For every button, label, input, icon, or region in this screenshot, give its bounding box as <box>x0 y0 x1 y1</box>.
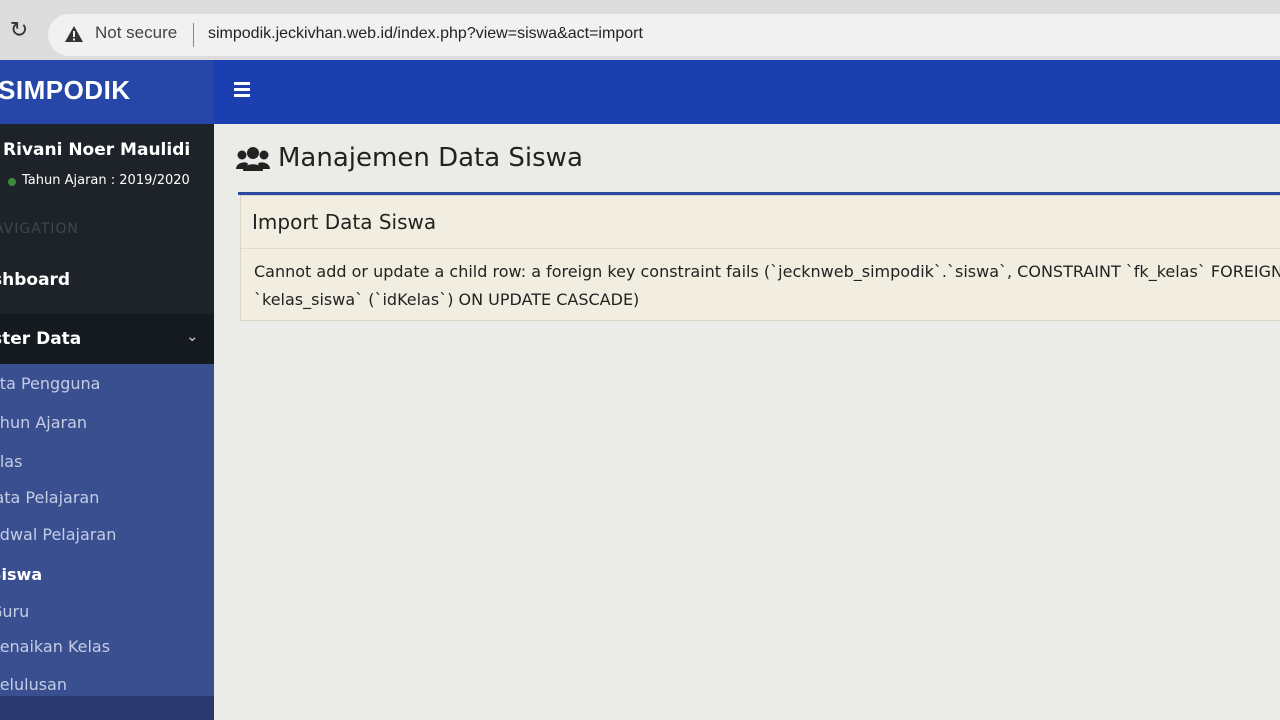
menu-toggle-icon[interactable] <box>234 82 250 97</box>
sidebar-item-dashboard[interactable]: shboard <box>0 270 70 290</box>
page-title: Manajemen Data Siswa <box>278 143 583 173</box>
sidebar-item-kelas[interactable]: elas <box>0 452 22 471</box>
chevron-down-icon: ⌄ <box>186 327 199 345</box>
nav-header: AVIGATION <box>0 221 79 237</box>
panel-header: Import Data Siswa <box>241 196 1280 249</box>
sidebar-submenu: ata Pengguna ahun Ajaran elas lata Pelaj… <box>0 364 236 720</box>
import-panel: Import Data Siswa Cannot add or update a… <box>240 195 1280 321</box>
sidebar-item-siswa[interactable]: Siswa <box>0 565 42 584</box>
brand-text[interactable]: SIMPODIK <box>0 75 131 106</box>
sidebar-item-tahun-ajaran[interactable]: ahun Ajaran <box>0 413 87 432</box>
sidebar-item-kelulusan[interactable]: Kelulusan <box>0 675 67 694</box>
browser-toolbar: ↻ Not secure simpodik.jeckivhan.web.id/i… <box>0 0 1280 62</box>
sidebar-item-mata-pelajaran[interactable]: lata Pelajaran <box>0 488 99 507</box>
address-separator <box>193 23 194 47</box>
warning-icon[interactable] <box>64 24 84 44</box>
sidebar-item-data-pengguna[interactable]: ata Pengguna <box>0 374 100 393</box>
users-icon <box>236 147 270 171</box>
security-label[interactable]: Not secure <box>95 23 177 43</box>
error-line-2: `kelas_siswa` (`idKelas`) ON UPDATE CASC… <box>254 290 640 309</box>
academic-year: Tahun Ajaran : 2019/2020 <box>22 173 190 188</box>
sidebar-item-jadwal-pelajaran[interactable]: adwal Pelajaran <box>0 525 116 544</box>
sidebar-item-label: ster Data <box>0 329 82 349</box>
sidebar: Rivani Noer Maulidi Tahun Ajaran : 2019/… <box>0 124 214 364</box>
error-line-1: Cannot add or update a child row: a fore… <box>254 262 1280 281</box>
brand-logo[interactable]: SIMPODIK <box>0 60 214 124</box>
url-text[interactable]: simpodik.jeckivhan.web.id/index.php?view… <box>208 25 643 43</box>
reload-icon[interactable]: ↻ <box>6 18 32 44</box>
address-bar[interactable]: Not secure simpodik.jeckivhan.web.id/ind… <box>48 14 1280 56</box>
sidebar-item-master-data[interactable]: ster Data ⌄ <box>0 314 214 364</box>
online-status-icon <box>8 178 16 186</box>
sidebar-next-item[interactable] <box>0 696 236 720</box>
sidebar-item-kenaikan-kelas[interactable]: Kenaikan Kelas <box>0 637 110 656</box>
user-name: Rivani Noer Maulidi <box>3 140 191 160</box>
top-navbar <box>214 60 1280 124</box>
error-message: Cannot add or update a child row: a fore… <box>254 258 1280 314</box>
sidebar-item-guru[interactable]: Guru <box>0 602 29 621</box>
panel-title: Import Data Siswa <box>252 210 437 234</box>
